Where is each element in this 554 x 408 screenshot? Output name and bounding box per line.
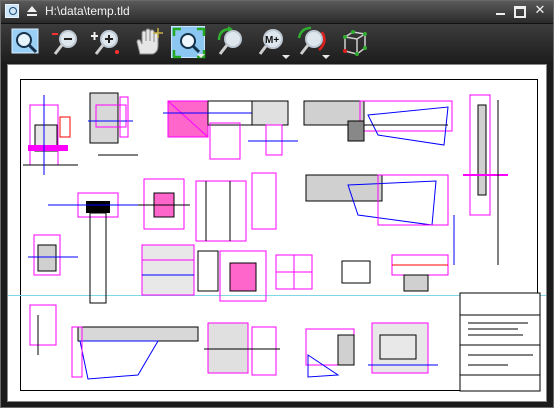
viewer-window: H:\data\temp.tld ✕ M+ <box>0 0 554 408</box>
pan-hand-icon <box>136 28 163 55</box>
collapse-arrow-icon[interactable] <box>27 6 37 16</box>
cad-detail <box>368 322 438 374</box>
cad-detail <box>48 192 138 304</box>
pan-button[interactable] <box>131 26 165 58</box>
zoom-previous-button[interactable] <box>213 26 247 58</box>
cad-detail <box>219 250 313 302</box>
3d-view-button[interactable] <box>337 26 371 58</box>
zoom-in-button[interactable] <box>89 26 123 58</box>
cad-detail <box>195 172 277 242</box>
title-bar[interactable]: H:\data\temp.tld ✕ <box>1 1 553 24</box>
cad-detail <box>453 94 508 265</box>
zoom-previous-icon <box>217 26 242 55</box>
cad-drawing <box>23 92 541 392</box>
cad-detail <box>204 322 280 376</box>
minimize-icon[interactable] <box>493 4 507 18</box>
zoom-memory-button[interactable]: M+ <box>255 26 290 59</box>
window-title: H:\data\temp.tld <box>45 4 130 18</box>
zoom-extents-button[interactable] <box>171 26 206 59</box>
zoom-out-button[interactable] <box>49 26 83 58</box>
viewer-app-icon[interactable] <box>5 4 19 18</box>
cad-detail <box>141 244 219 296</box>
cad-detail <box>341 254 449 292</box>
zoom-memory-dropdown-icon[interactable] <box>282 55 290 59</box>
cad-detail <box>303 100 453 146</box>
cad-detail <box>305 174 449 226</box>
cad-detail <box>71 326 199 380</box>
title-block <box>459 292 541 392</box>
zoom-window-button[interactable] <box>9 26 43 58</box>
toolbar: M+ <box>1 24 553 62</box>
rotate-view-button[interactable] <box>295 26 330 59</box>
rotate-view-icon <box>297 26 326 55</box>
zoom-out-icon <box>52 30 77 55</box>
zoom-window-icon <box>11 28 39 54</box>
cad-detail <box>248 100 298 156</box>
zoom-extents-dropdown-icon[interactable] <box>197 54 205 58</box>
drawing-canvas[interactable] <box>7 64 547 402</box>
cad-detail <box>163 100 263 160</box>
rotate-view-dropdown-icon[interactable] <box>322 55 330 59</box>
close-icon[interactable]: ✕ <box>533 4 547 18</box>
3d-cube-icon <box>343 30 367 56</box>
zoom-memory-label: M+ <box>265 35 279 46</box>
cad-detail <box>23 95 78 175</box>
zoom-memory-icon: M+ <box>258 29 283 55</box>
window-controls: ✕ <box>493 4 547 20</box>
cad-detail <box>29 304 57 355</box>
cad-detail <box>138 178 190 230</box>
zoom-in-icon <box>91 30 119 55</box>
cad-detail <box>305 328 355 378</box>
cad-detail <box>88 92 138 156</box>
maximize-icon[interactable] <box>513 4 527 18</box>
cad-detail <box>28 234 78 276</box>
